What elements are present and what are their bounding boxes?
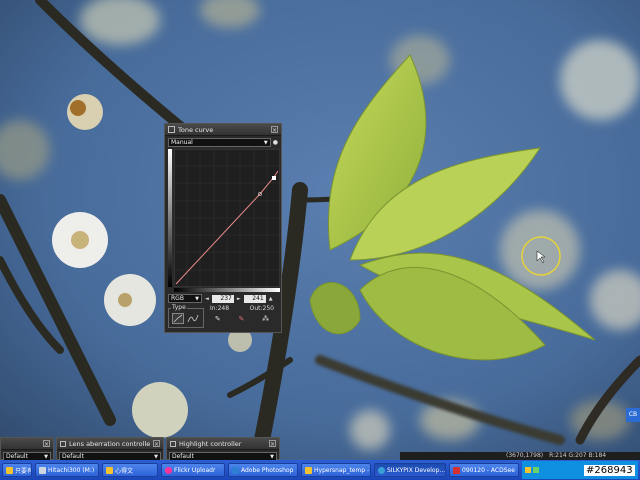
taskbar: 只要有 Hitachi300 (M:) 心得文 Flickr Uploadr A…	[0, 460, 640, 480]
taskbar-item-0[interactable]: 只要有	[2, 463, 32, 477]
type-label: Type	[171, 304, 187, 311]
status-rgb: R:214 G:207 B:184	[549, 452, 607, 459]
out-readout: Out:250	[249, 305, 274, 312]
close-icon[interactable]: ×	[271, 126, 278, 134]
input-gradient-bar	[168, 149, 172, 287]
taskbar-item-label: Hitachi300 (M:)	[48, 466, 95, 474]
close-icon[interactable]: ×	[43, 440, 50, 448]
taskbar-item-6[interactable]: SILKYPIX Develop...	[374, 463, 446, 477]
taskbar-item-1[interactable]: Hitachi300 (M:)	[35, 463, 99, 477]
side-tab[interactable]: CB	[626, 408, 640, 422]
output-gradient-bar	[174, 288, 280, 292]
highlight-icon	[170, 440, 176, 447]
type-spline-icon[interactable]	[187, 313, 199, 324]
highlight-controller-panel: Highlight controller × Default ▼	[166, 437, 280, 461]
left-controller-titlebar: ×	[1, 438, 53, 450]
pick-gray-icon[interactable]: ✎	[239, 315, 245, 323]
taskbar-item-7[interactable]: 090120 - ACDSee	[449, 463, 519, 477]
tone-curve-title: Tone curve	[178, 125, 214, 134]
lens-icon	[60, 440, 66, 447]
output-value-field[interactable]: 241	[243, 294, 266, 303]
highlight-controller-titlebar[interactable]: Highlight controller ×	[167, 438, 279, 450]
pick-black-icon[interactable]: ✎	[215, 315, 221, 323]
tone-curve-graph[interactable]	[174, 149, 280, 287]
left-controller-panel: × Default ▼	[0, 437, 54, 461]
silkypix-icon	[378, 466, 385, 474]
highlight-controller-title: Highlight controller	[179, 439, 242, 448]
mode-select[interactable]: Manual ▼	[168, 138, 271, 147]
mode-select-value: Manual	[171, 139, 193, 146]
folder-icon	[305, 466, 312, 474]
taskbar-item-5[interactable]: Hypersnap_temp -	[301, 463, 371, 477]
tone-curve-icon	[168, 126, 175, 133]
taskbar-item-label: Adobe Photoshop	[241, 466, 294, 474]
folder-icon	[106, 466, 113, 474]
left-preset-value: Default	[6, 453, 28, 460]
side-tab-label: CB	[628, 411, 638, 418]
arrow-right-icon[interactable]: ►	[237, 296, 241, 302]
taskbar-item-label: 心得文	[115, 467, 134, 475]
channel-select[interactable]: RGB ▼	[168, 294, 202, 303]
folder-icon	[6, 466, 13, 474]
taskbar-item-2[interactable]: 心得文	[102, 463, 158, 477]
drive-icon	[39, 466, 46, 474]
tray-network-icon[interactable]	[533, 467, 539, 473]
close-icon[interactable]: ×	[269, 440, 276, 448]
tray-shield-icon[interactable]	[525, 467, 531, 473]
highlight-preset-value: Default	[172, 453, 194, 460]
photoshop-icon	[232, 466, 239, 474]
lens-aberration-titlebar[interactable]: Lens aberration controller ×	[57, 438, 163, 450]
status-coords: (3670,1798)	[506, 452, 544, 459]
lens-aberration-panel: Lens aberration controller × Default ▼	[56, 437, 164, 461]
taskbar-item-label: 090120 - ACDSee	[462, 466, 515, 474]
channel-select-value: RGB	[171, 295, 184, 302]
taskbar-item-3[interactable]: Flickr Uploadr	[161, 463, 225, 477]
close-icon[interactable]: ×	[153, 440, 160, 448]
tone-curve-titlebar[interactable]: Tone curve ×	[165, 124, 281, 136]
in-readout: In:248	[210, 305, 230, 312]
input-value-field[interactable]: 237	[211, 294, 234, 303]
chevron-down-icon: ▼	[263, 140, 268, 146]
status-bar: (3670,1798) R:214 G:207 B:184	[400, 452, 640, 460]
arrow-up-icon[interactable]: ▲	[269, 296, 273, 302]
tone-curve-panel: Tone curve × Manual ▼ ● RGB ▼ ◄ 237 ► 24…	[164, 123, 282, 333]
taskbar-item-label: Hypersnap_temp -	[314, 466, 370, 474]
acdsee-icon	[453, 466, 460, 474]
photo-canvas	[0, 0, 640, 480]
menu-dot-icon[interactable]: ●	[273, 139, 278, 146]
taskbar-item-4[interactable]: Adobe Photoshop	[228, 463, 298, 477]
taskbar-item-label: 只要有	[15, 467, 32, 475]
lens-aberration-title: Lens aberration controller	[69, 439, 150, 448]
taskbar-item-label: Flickr Uploadr	[174, 466, 216, 474]
chevron-down-icon: ▼	[195, 296, 199, 302]
lens-preset-value: Default	[62, 453, 84, 460]
type-group: Type	[168, 304, 204, 328]
pick-white-icon[interactable]: ⁂	[262, 315, 269, 323]
flickr-icon	[165, 466, 172, 474]
taskbar-item-label: SILKYPIX Develop...	[387, 466, 446, 474]
arrow-left-icon[interactable]: ◄	[205, 296, 209, 302]
watermark: #268943	[584, 465, 635, 476]
type-linear-icon[interactable]	[172, 313, 184, 324]
